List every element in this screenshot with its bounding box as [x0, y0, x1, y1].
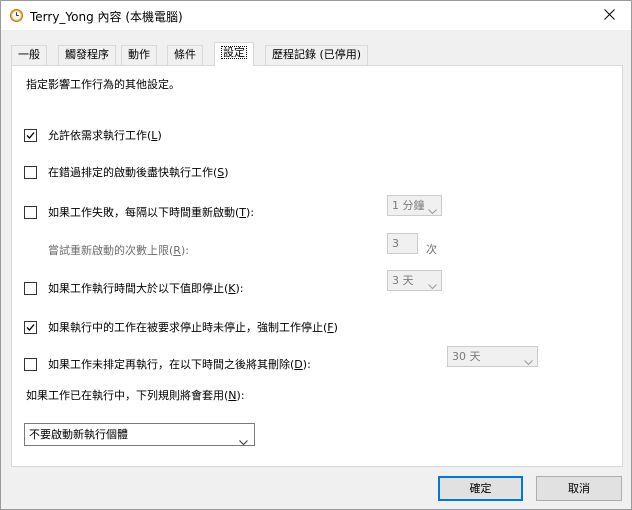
- chevron-down-icon: [239, 432, 248, 453]
- force-stop-checkbox[interactable]: [24, 320, 37, 334]
- restart-on-fail-label: 如果工作失敗，每隔以下時間重新啟動(T):: [48, 206, 255, 219]
- properties-dialog: Terry_Yong 內容 (本機電腦) 一般 觸發程序 動作 條件 設定 歷程…: [0, 0, 632, 510]
- delete-if-not-scheduled-checkbox[interactable]: [24, 357, 37, 371]
- tab-general[interactable]: 一般: [11, 45, 47, 65]
- run-asap-label: 在錯過排定的啟動後盡快執行工作(S): [48, 166, 229, 179]
- force-stop-label: 如果執行中的工作在被要求停止時未停止，強制工作停止(F): [48, 321, 338, 334]
- delete-after-dropdown[interactable]: 30 天: [447, 346, 538, 367]
- force-stop-row[interactable]: 如果執行中的工作在被要求停止時未停止，強制工作停止(F): [24, 319, 338, 335]
- running-rule-dropdown[interactable]: 不要啟動新執行個體: [24, 423, 255, 446]
- stop-if-longer-label: 如果工作執行時間大於以下值即停止(K):: [48, 282, 244, 295]
- chevron-down-icon: [428, 202, 437, 221]
- allow-on-demand-checkbox[interactable]: [24, 128, 37, 142]
- run-asap-row[interactable]: 在錯過排定的啟動後盡快執行工作(S): [24, 164, 229, 180]
- run-asap-checkbox[interactable]: [24, 165, 37, 179]
- settings-description: 指定影響工作行為的其他設定。: [26, 78, 180, 91]
- allow-on-demand-label: 允許依需求執行工作(L): [48, 129, 162, 142]
- ok-button[interactable]: 確定: [438, 476, 523, 501]
- close-icon: [603, 8, 615, 23]
- restart-attempts-row: 嘗試重新啟動的次數上限(R):: [48, 242, 189, 258]
- stop-if-longer-row[interactable]: 如果工作執行時間大於以下值即停止(K):: [24, 280, 244, 296]
- running-rule-row: 如果工作已在執行中，下列規則將會套用(N):: [26, 387, 245, 403]
- running-rule-label: 如果工作已在執行中，下列規則將會套用(N):: [26, 389, 245, 402]
- cancel-button[interactable]: 取消: [536, 476, 622, 501]
- restart-interval-dropdown[interactable]: 1 分鐘: [387, 195, 442, 216]
- chevron-down-icon: [524, 353, 533, 372]
- tab-actions[interactable]: 動作: [121, 45, 157, 65]
- stop-duration-dropdown[interactable]: 3 天: [387, 270, 442, 291]
- settings-panel: 指定影響工作行為的其他設定。 允許依需求執行工作(L) 在錯過排定的啟動後盡快執…: [11, 65, 623, 467]
- restart-on-fail-row[interactable]: 如果工作失敗，每隔以下時間重新啟動(T):: [24, 204, 254, 220]
- allow-on-demand-row[interactable]: 允許依需求執行工作(L): [24, 127, 162, 143]
- tab-history[interactable]: 歷程記錄 (已停用): [265, 45, 369, 65]
- restart-attempts-label: 嘗試重新啟動的次數上限(R):: [48, 244, 189, 257]
- tab-conditions[interactable]: 條件: [167, 45, 203, 65]
- window-title: Terry_Yong 內容 (本機電腦): [30, 10, 183, 24]
- close-button[interactable]: [587, 1, 631, 30]
- restart-attempts-unit: 次: [426, 243, 437, 256]
- tab-triggers[interactable]: 觸發程序: [58, 45, 116, 65]
- restart-on-fail-checkbox[interactable]: [24, 205, 37, 219]
- checkmark-icon: [26, 323, 35, 331]
- chevron-down-icon: [428, 277, 437, 296]
- tab-settings[interactable]: 設定: [214, 42, 254, 66]
- delete-if-not-scheduled-label: 如果工作未排定再執行，在以下時間之後將其刪除(D):: [48, 358, 311, 371]
- checkmark-icon: [26, 131, 35, 139]
- title-bar[interactable]: Terry_Yong 內容 (本機電腦): [1, 1, 631, 30]
- clock-icon: [10, 9, 23, 22]
- restart-attempts-spinner[interactable]: 3: [387, 233, 418, 254]
- stop-if-longer-checkbox[interactable]: [24, 281, 37, 295]
- tab-strip: 一般 觸發程序 動作 條件 設定 歷程記錄 (已停用): [1, 41, 631, 66]
- delete-if-not-scheduled-row[interactable]: 如果工作未排定再執行，在以下時間之後將其刪除(D):: [24, 356, 311, 372]
